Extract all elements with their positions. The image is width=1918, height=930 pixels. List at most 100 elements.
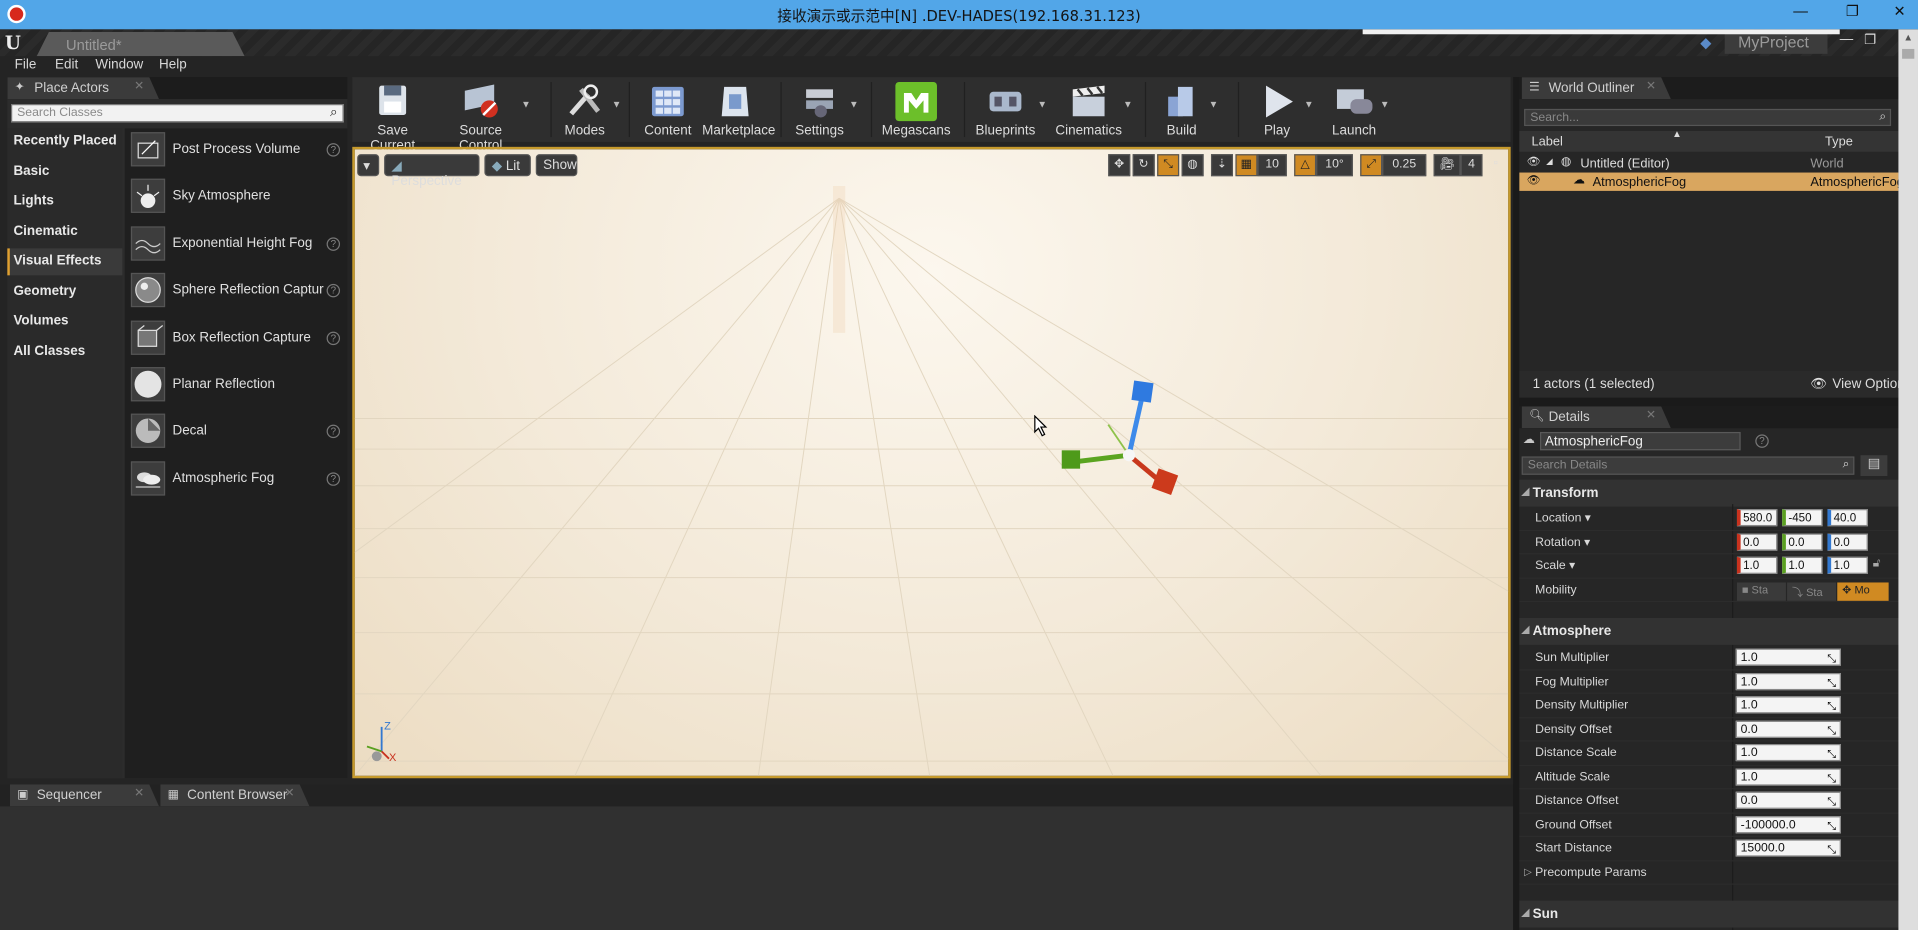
scale-x-field[interactable]: 1.0 — [1736, 556, 1778, 574]
save-current-button[interactable]: Save Current — [357, 77, 428, 153]
mobility-movable-button[interactable]: ✥ Mo — [1837, 581, 1889, 601]
camera-speed-value[interactable]: 4 — [1460, 154, 1483, 177]
perspective-button[interactable]: ◢ Perspective — [384, 154, 480, 188]
sun-multiplier-field[interactable]: 1.0 ⤡ — [1735, 648, 1841, 666]
restore-icon[interactable]: ❐ — [1846, 2, 1859, 19]
tab-close-icon[interactable]: ✕ — [285, 787, 295, 800]
place-actors-tab[interactable]: ✦ Place Actors ✕ — [7, 77, 159, 99]
atmosphere-section-header[interactable]: ◢ Atmosphere — [1519, 617, 1918, 645]
location-label[interactable]: Location ▾ — [1535, 511, 1591, 524]
category-all-classes[interactable]: All Classes — [7, 338, 122, 365]
scroll-up-icon[interactable]: ▲ — [1903, 32, 1913, 43]
help-icon[interactable]: ? — [326, 237, 341, 251]
category-basic[interactable]: Basic — [7, 158, 122, 185]
dropdown-arrow-icon[interactable]: ▼ — [612, 99, 622, 110]
modes-button[interactable]: Modes ▼ — [558, 77, 621, 142]
actor-item-planar-reflection[interactable]: Planar Reflection — [125, 363, 348, 409]
remote-scrollbar[interactable]: ▲ — [1898, 29, 1918, 930]
mobility-static-button[interactable]: ■ Sta — [1736, 581, 1786, 601]
details-tab[interactable]: 🔍︎ Details ✕ — [1522, 406, 1671, 428]
view-options-button[interactable]: View Option — [1832, 377, 1904, 392]
editor-restore-icon[interactable]: ❐ — [1864, 32, 1876, 48]
location-y-field[interactable]: -450 — [1782, 509, 1823, 527]
category-lights[interactable]: Lights — [7, 188, 122, 215]
location-x-field[interactable]: 580.0 — [1736, 509, 1778, 527]
category-recently-placed[interactable]: Recently Placed — [7, 128, 122, 155]
tab-close-icon[interactable]: ✕ — [1646, 80, 1656, 93]
world-outliner-tab[interactable]: ☰ World Outliner ✕ — [1522, 77, 1671, 99]
dropdown-arrow-icon[interactable]: ▼ — [1380, 99, 1390, 110]
precompute-params-row[interactable]: ▷ Precompute Params — [1519, 861, 1918, 885]
build-button[interactable]: Build ▼ — [1155, 77, 1218, 142]
column-type-header[interactable]: Type — [1825, 135, 1853, 150]
fog-multiplier-field[interactable]: 1.0 ⤡ — [1735, 672, 1841, 690]
actor-item-post-process-volume[interactable]: Post Process Volume ? — [125, 128, 348, 174]
distance-scale-field[interactable]: 1.0 ⤡ — [1735, 743, 1841, 762]
expand-arrow-icon[interactable]: ◢ — [1546, 157, 1553, 167]
lock-icon[interactable]: 🔓︎ — [1873, 557, 1881, 570]
world-local-icon[interactable]: ◍ — [1181, 154, 1204, 177]
help-icon[interactable]: ? — [326, 331, 341, 345]
editor-minimize-icon[interactable]: — — [1840, 32, 1853, 47]
scale-label[interactable]: Scale ▾ — [1535, 559, 1575, 572]
density-multiplier-field[interactable]: 1.0 ⤡ — [1735, 696, 1841, 714]
menu-file[interactable]: File — [15, 58, 37, 73]
menu-window[interactable]: Window — [95, 58, 143, 73]
actor-item-decal[interactable]: Decal ? — [125, 410, 348, 456]
help-icon[interactable]: ? — [326, 472, 341, 486]
actor-name-field[interactable]: AtmosphericFog — [1540, 431, 1741, 451]
distance-offset-field[interactable]: 0.0 ⤡ — [1735, 791, 1841, 809]
density-offset-field[interactable]: 0.0 ⤡ — [1735, 720, 1841, 738]
close-icon[interactable]: ✕ — [1894, 2, 1906, 19]
tab-close-icon[interactable]: ✕ — [134, 80, 144, 93]
actor-item-box-reflection-capture[interactable]: Box Reflection Capture ? — [125, 316, 348, 362]
grid-snap-value[interactable]: 10 — [1257, 154, 1287, 177]
tab-close-icon[interactable]: ✕ — [134, 787, 144, 800]
visibility-eye-icon[interactable]: 👁︎ — [1527, 155, 1541, 168]
grid-snap-icon[interactable]: ▦ — [1235, 154, 1258, 177]
lit-button[interactable]: ◆ Lit — [484, 154, 531, 177]
help-icon[interactable]: ? — [326, 425, 341, 439]
outliner-row-atmospheric-fog[interactable]: 👁︎ ☁ AtmosphericFog AtmosphericFog — [1519, 172, 1904, 191]
source-control-button[interactable]: Source Control ▼ — [440, 77, 531, 153]
column-label-header[interactable]: Label — [1531, 135, 1562, 150]
panel-splitter[interactable] — [1513, 77, 1520, 930]
actor-item-exponential-height-fog[interactable]: Exponential Height Fog ? — [125, 222, 348, 268]
dropdown-arrow-icon[interactable]: ▼ — [1123, 99, 1133, 110]
visibility-eye-icon[interactable]: 👁︎ — [1527, 174, 1541, 187]
location-z-field[interactable]: 40.0 — [1827, 509, 1868, 527]
rotate-mode-icon[interactable]: ↻ — [1132, 154, 1155, 177]
scale-mode-icon[interactable]: ⤡ — [1157, 154, 1180, 177]
altitude-scale-field[interactable]: 1.0 ⤡ — [1735, 767, 1841, 785]
translate-mode-icon[interactable]: ✥ — [1108, 154, 1131, 177]
dropdown-arrow-icon[interactable]: ▼ — [1209, 99, 1219, 110]
rotation-x-field[interactable]: 0.0 — [1736, 532, 1778, 551]
search-details-input[interactable]: Search Details ⌕ — [1521, 456, 1855, 475]
menu-edit[interactable]: Edit — [55, 58, 78, 73]
rotation-label[interactable]: Rotation ▾ — [1535, 535, 1590, 548]
content-button[interactable]: Content — [639, 77, 698, 142]
rotation-snap-icon[interactable]: △ — [1294, 154, 1317, 177]
scale-y-field[interactable]: 1.0 — [1782, 556, 1823, 574]
category-volumes[interactable]: Volumes — [7, 308, 122, 335]
dropdown-arrow-icon[interactable]: ▼ — [521, 99, 531, 110]
help-icon[interactable]: ? — [326, 284, 341, 298]
search-classes-input[interactable]: Search Classes ⌕ — [11, 104, 344, 123]
rotation-snap-value[interactable]: 10° — [1316, 154, 1353, 177]
category-cinematic[interactable]: Cinematic — [7, 218, 122, 245]
play-button[interactable]: Play ▼ — [1250, 77, 1314, 142]
marketplace-button[interactable]: Marketplace — [702, 77, 775, 142]
outliner-row-world[interactable]: 👁︎ ◢ ◍ Untitled (Editor) World — [1519, 154, 1898, 172]
surface-snap-icon[interactable]: ⇣ — [1210, 154, 1233, 177]
rotation-z-field[interactable]: 0.0 — [1827, 532, 1868, 551]
menu-help[interactable]: Help — [159, 58, 187, 73]
outliner-search-input[interactable]: Search... ⌕ — [1524, 108, 1892, 127]
ground-offset-field[interactable]: -100000.0 ⤡ — [1735, 815, 1841, 833]
megascans-button[interactable]: Megascans — [881, 77, 952, 142]
dropdown-arrow-icon[interactable]: ▼ — [849, 99, 859, 110]
blueprints-button[interactable]: Blueprints ▼ — [974, 77, 1047, 142]
show-button[interactable]: Show — [535, 154, 578, 177]
viewport-options-button[interactable]: ▾ — [357, 154, 380, 177]
help-icon[interactable]: ? — [326, 143, 341, 157]
property-matrix-icon[interactable]: ▤ — [1860, 455, 1888, 477]
